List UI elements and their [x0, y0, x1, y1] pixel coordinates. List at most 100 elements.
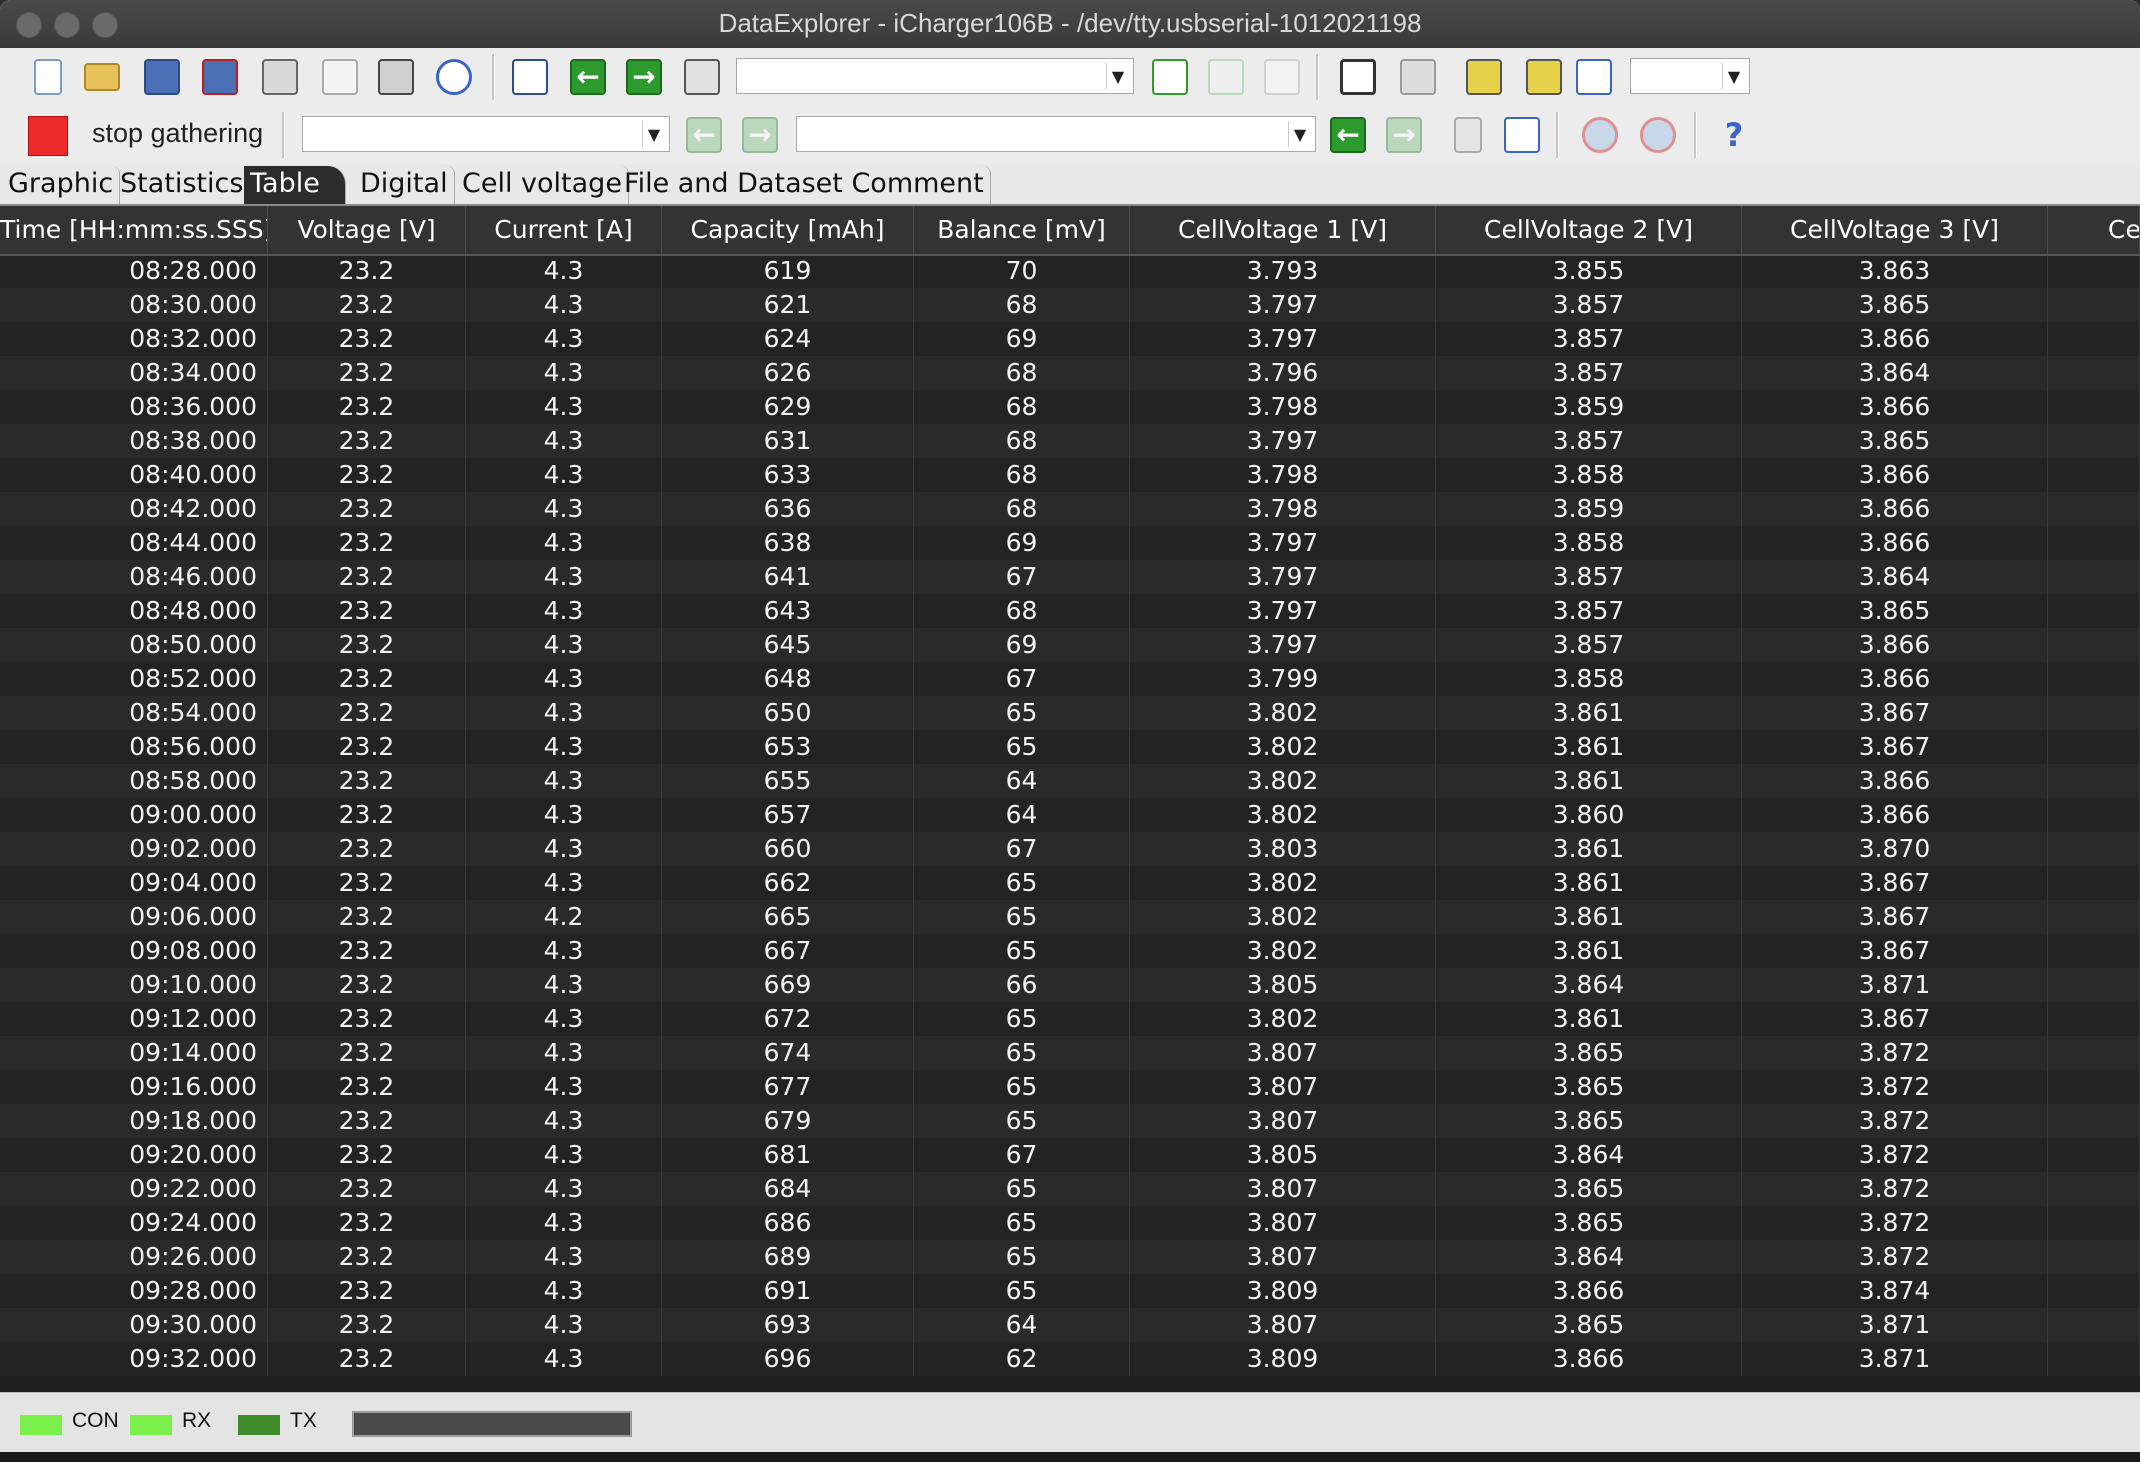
checklist-button[interactable] [508, 55, 552, 99]
edit-button[interactable] [1260, 55, 1304, 99]
table-cell: 667 [662, 934, 914, 968]
table-row[interactable]: 09:14.000 23.2 4.3 674 65 3.807 3.865 3.872 [0, 1036, 2140, 1070]
table-row[interactable]: 09:22.000 23.2 4.3 684 65 3.807 3.865 3.872 [0, 1172, 2140, 1206]
table-row[interactable]: 08:32.000 23.2 4.3 624 69 3.797 3.857 3.866 [0, 322, 2140, 356]
save-as-button[interactable] [198, 55, 242, 99]
disabled-action-button[interactable] [1578, 113, 1622, 157]
table-row[interactable]: 08:36.000 23.2 4.3 629 68 3.798 3.859 3.866 [0, 390, 2140, 424]
tab-digital[interactable]: Digital [354, 166, 455, 204]
table-row[interactable]: 09:30.000 23.2 4.3 693 64 3.807 3.865 3.871 [0, 1308, 2140, 1342]
column-header[interactable]: CellVoltage 3 [V] [1742, 206, 2048, 254]
column-header[interactable]: Balance [mV] [914, 206, 1130, 254]
table-row[interactable]: 08:54.000 23.2 4.3 650 65 3.802 3.861 3.867 [0, 696, 2140, 730]
device-combo[interactable]: ▼ [736, 58, 1134, 94]
table-row[interactable]: 09:24.000 23.2 4.3 686 65 3.807 3.865 3.872 [0, 1206, 2140, 1240]
stop-gathering-button[interactable] [28, 116, 68, 156]
table-row[interactable]: 09:28.000 23.2 4.3 691 65 3.809 3.866 3.874 [0, 1274, 2140, 1308]
tab-file-and-dataset-comment[interactable]: File and Dataset Comment [618, 166, 991, 204]
help-button[interactable]: ? [1712, 113, 1756, 157]
table-row[interactable]: 09:18.000 23.2 4.3 679 65 3.807 3.865 3.872 [0, 1104, 2140, 1138]
table-cell: 3.857 [1436, 288, 1742, 322]
record-combo[interactable]: ▼ [796, 116, 1316, 152]
table-row[interactable]: 09:32.000 23.2 4.3 696 62 3.809 3.866 3.871 [0, 1342, 2140, 1376]
next-button[interactable]: → [622, 55, 666, 99]
table-cell: 4.3 [466, 764, 662, 798]
table-cell: 09:02.000 [0, 832, 268, 866]
record-previous-button[interactable]: ← [1326, 113, 1370, 157]
export-button[interactable] [1204, 55, 1248, 99]
table-cell: 08:36.000 [0, 390, 268, 424]
table-row[interactable]: 09:20.000 23.2 4.3 681 67 3.805 3.864 3.872 [0, 1138, 2140, 1172]
table-cell: 23.2 [268, 1308, 466, 1342]
channel-previous-button[interactable]: ← [682, 113, 726, 157]
record-next-button[interactable]: → [1382, 113, 1426, 157]
tab-statistics[interactable]: Statistics [114, 166, 251, 204]
table-row[interactable]: 09:26.000 23.2 4.3 689 65 3.807 3.864 3.872 [0, 1240, 2140, 1274]
cut-right-button[interactable] [1522, 55, 1566, 99]
delete-button[interactable] [1446, 113, 1490, 157]
previous-button[interactable]: ← [566, 55, 610, 99]
table-row[interactable]: 09:06.000 23.2 4.2 665 65 3.802 3.861 3.867 [0, 900, 2140, 934]
new-file-button[interactable] [26, 55, 70, 99]
table-cell: 4.3 [466, 254, 662, 288]
column-header[interactable]: Time [HH:mm:ss.SSS] [0, 206, 268, 254]
cut-left-button[interactable] [1462, 55, 1506, 99]
print-button[interactable] [374, 55, 418, 99]
save-button[interactable] [140, 55, 184, 99]
tab-cell-voltage[interactable]: Cell voltage [456, 166, 629, 204]
tab-table[interactable]: Table [244, 166, 346, 204]
table-row[interactable]: 09:08.000 23.2 4.3 667 65 3.802 3.861 3.867 [0, 934, 2140, 968]
table-row[interactable]: 08:38.000 23.2 4.3 631 68 3.797 3.857 3.865 [0, 424, 2140, 458]
table-row[interactable]: 09:12.000 23.2 4.3 672 65 3.802 3.861 3.867 [0, 1002, 2140, 1036]
table-row[interactable]: 08:52.000 23.2 4.3 648 67 3.799 3.858 3.866 [0, 662, 2140, 696]
table-row[interactable]: 09:16.000 23.2 4.3 677 65 3.807 3.865 3.872 [0, 1070, 2140, 1104]
add-record-button[interactable] [1148, 55, 1192, 99]
open-button[interactable] [80, 55, 124, 99]
edit-record-button[interactable] [1500, 113, 1544, 157]
background-window-strip [0, 1452, 2140, 1462]
table-row[interactable]: 08:50.000 23.2 4.3 645 69 3.797 3.857 3.866 [0, 628, 2140, 662]
table-row[interactable]: 08:58.000 23.2 4.3 655 64 3.802 3.861 3.866 [0, 764, 2140, 798]
table-row[interactable]: 08:48.000 23.2 4.3 643 68 3.797 3.857 3.865 [0, 594, 2140, 628]
arrow-left-icon: ← [686, 117, 722, 153]
column-header[interactable]: Voltage [V] [268, 206, 466, 254]
table-row[interactable]: 08:40.000 23.2 4.3 633 68 3.798 3.858 3.866 [0, 458, 2140, 492]
column-header[interactable]: Ce [2048, 206, 2140, 254]
table-row[interactable]: 09:10.000 23.2 4.3 669 66 3.805 3.864 3.871 [0, 968, 2140, 1002]
settings-button[interactable] [258, 55, 302, 99]
table-row[interactable]: 08:28.000 23.2 4.3 619 70 3.793 3.855 3.863 [0, 254, 2140, 288]
table-row[interactable]: 08:30.000 23.2 4.3 621 68 3.797 3.857 3.865 [0, 288, 2140, 322]
column-header[interactable]: CellVoltage 1 [V] [1130, 206, 1436, 254]
table-cell: 65 [914, 1274, 1130, 1308]
table-row[interactable]: 09:04.000 23.2 4.3 662 65 3.802 3.861 3.867 [0, 866, 2140, 900]
channel-combo[interactable]: ▼ [302, 116, 670, 152]
disabled-action-button-2[interactable] [1636, 113, 1680, 157]
table-cell: 64 [914, 764, 1130, 798]
table-row[interactable]: 09:00.000 23.2 4.3 657 64 3.802 3.860 3.866 [0, 798, 2140, 832]
column-header[interactable]: CellVoltage 2 [V] [1436, 206, 1742, 254]
table-row[interactable]: 08:46.000 23.2 4.3 641 67 3.797 3.857 3.864 [0, 560, 2140, 594]
table-row[interactable]: 08:42.000 23.2 4.3 636 68 3.798 3.859 3.866 [0, 492, 2140, 526]
data-table[interactable]: Time [HH:mm:ss.SSS] Voltage [V] Current [A… [0, 206, 2140, 1392]
table-row[interactable]: 08:56.000 23.2 4.3 653 65 3.802 3.861 3.867 [0, 730, 2140, 764]
column-header[interactable]: Capacity [mAh] [662, 206, 914, 254]
channel-next-button[interactable]: → [738, 113, 782, 157]
fit-button[interactable] [1572, 55, 1616, 99]
table-cell: 3.802 [1130, 900, 1436, 934]
table-row[interactable]: 09:02.000 23.2 4.3 660 67 3.803 3.861 3.870 [0, 832, 2140, 866]
device-tools-button[interactable] [680, 55, 724, 99]
table-row[interactable]: 08:34.000 23.2 4.3 626 68 3.796 3.857 3.864 [0, 356, 2140, 390]
table-cell: 4.3 [466, 526, 662, 560]
table-cell: 3.809 [1130, 1342, 1436, 1376]
zoom-combo[interactable]: ▼ [1630, 58, 1750, 94]
table-cell: 3.866 [1742, 458, 2048, 492]
table-cell: 677 [662, 1070, 914, 1104]
table-cell: 67 [914, 832, 1130, 866]
zoom-button[interactable] [1336, 55, 1380, 99]
pan-button[interactable] [1396, 55, 1440, 99]
tab-graphic[interactable]: Graphic [2, 166, 121, 204]
timer-button[interactable] [432, 55, 476, 99]
table-row[interactable]: 08:44.000 23.2 4.3 638 69 3.797 3.858 3.866 [0, 526, 2140, 560]
copy-button[interactable] [318, 55, 362, 99]
column-header[interactable]: Current [A] [466, 206, 662, 254]
